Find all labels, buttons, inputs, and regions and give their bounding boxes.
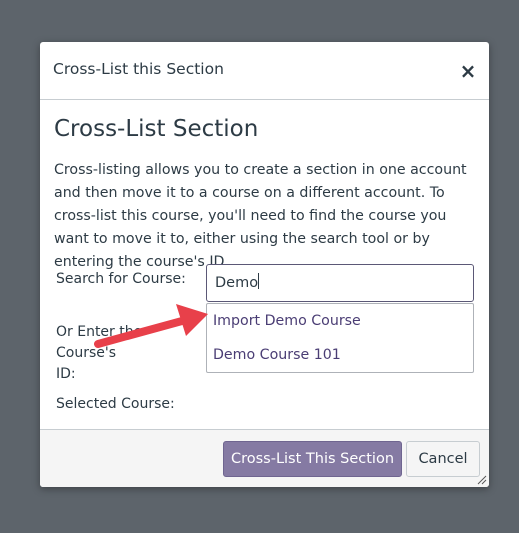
close-icon[interactable]: × — [459, 60, 477, 82]
search-results-dropdown: Import Demo Course Demo Course 101 — [206, 303, 474, 373]
course-id-label-line2: ID: — [56, 366, 76, 382]
cross-list-dialog: Cross-List this Section × Cross-List Sec… — [40, 42, 489, 487]
course-search-input[interactable]: Demo — [206, 264, 474, 302]
dialog-title: Cross-List this Section — [53, 60, 224, 78]
cancel-button[interactable]: Cancel — [406, 441, 480, 477]
result-item-demo-course-101[interactable]: Demo Course 101 — [213, 347, 341, 363]
search-label: Search for Course: — [56, 271, 186, 287]
resize-handle-icon[interactable] — [477, 475, 487, 485]
dialog-footer: Cross-List This Section Cancel — [40, 429, 489, 487]
annotation-arrow — [94, 304, 208, 348]
dialog-titlebar: Cross-List this Section × — [40, 42, 489, 100]
result-item-import-demo-course[interactable]: Import Demo Course — [213, 313, 361, 329]
text-caret — [258, 273, 260, 289]
description-text: Cross-listing allows you to create a sec… — [54, 162, 467, 270]
search-value: Demo — [215, 275, 259, 291]
cross-list-button[interactable]: Cross-List This Section — [223, 441, 402, 477]
section-heading: Cross-List Section — [54, 116, 259, 142]
selected-course-label: Selected Course: — [56, 396, 175, 412]
